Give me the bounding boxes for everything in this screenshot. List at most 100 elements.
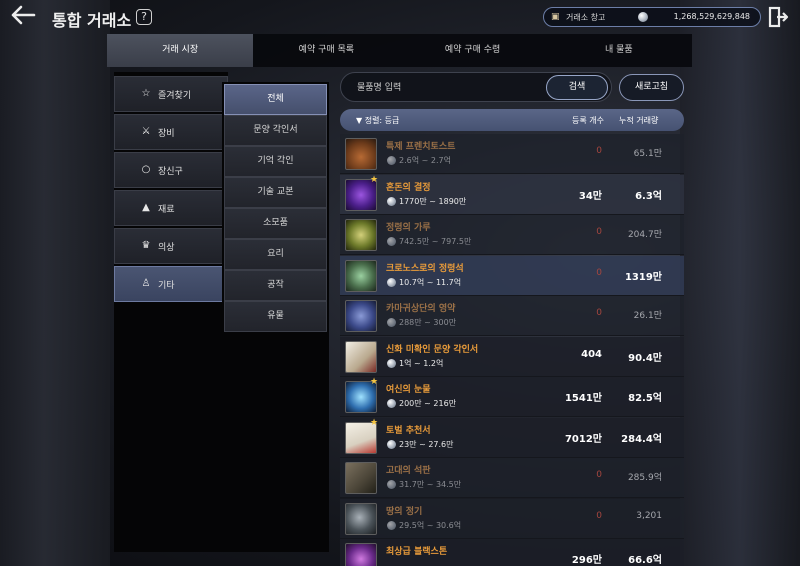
item-price-range: 200만 ~ 216만 — [399, 399, 457, 408]
potion-icon: ▲ — [142, 202, 150, 213]
list-item[interactable]: ★ 여신의 눈물 200만 ~ 216만 1541만 82.5억 — [340, 377, 684, 417]
sort-dropdown[interactable]: ▼ 정렬: 등급 — [356, 115, 399, 126]
subcategory-all[interactable]: 전체 — [224, 84, 327, 115]
item-trade-volume: 3,201 — [636, 510, 662, 521]
silver-coin-icon — [638, 12, 648, 22]
caret-down-icon: ▼ — [356, 116, 363, 125]
category-label: 기타 — [158, 281, 175, 291]
item-price-range: 29.5억 ~ 30.6억 — [399, 520, 462, 530]
item-icon — [345, 340, 377, 373]
item-price-range: 23만 ~ 27.6만 — [399, 439, 454, 449]
subcategory-skill-book[interactable]: 기술 교본 — [224, 177, 327, 208]
silver-coin-icon — [387, 358, 396, 368]
item-price-range: 2.6억 ~ 2.7억 — [399, 156, 451, 165]
silver-coin-icon — [387, 399, 396, 408]
item-listing-count: 0 — [596, 470, 602, 480]
ring-icon: ○ — [141, 164, 151, 175]
item-name: 혼돈의 결정 — [386, 182, 431, 193]
list-item[interactable]: ★ 토벌 추천서 23만 ~ 27.6만 7012만 284.4억 — [340, 417, 684, 458]
category-equipment[interactable]: ⚔ 장비 — [114, 114, 228, 150]
category-accessory[interactable]: ○ 장신구 — [114, 152, 228, 188]
item-trade-volume: 6.3억 — [635, 190, 662, 202]
item-name: 여신의 눈물 — [386, 385, 431, 395]
item-icon — [345, 300, 377, 332]
silver-coin-icon — [387, 520, 396, 530]
list-item[interactable]: 카마귀상단의 영약 288만 ~ 300만 0 26.1만 — [340, 296, 684, 336]
item-name: 특제 프렌치토스트 — [386, 142, 456, 152]
favorite-star-icon: ★ — [370, 174, 379, 185]
item-name: 크로노스로의 정령석 — [386, 263, 464, 274]
category-favorites[interactable]: ☆ 즐겨찾기 — [114, 76, 228, 112]
subcategory-cooking[interactable]: 요리 — [224, 239, 327, 270]
item-price-range: 1억 ~ 1.2억 — [399, 358, 444, 368]
category-panel: ☆ 즐겨찾기 ⚔ 장비 ○ 장신구 ▲ 재료 ♛ 의상 ♙ 기타 — [114, 72, 228, 552]
item-name: 카마귀상단의 영약 — [386, 304, 456, 314]
list-item[interactable]: 특제 프렌치토스트 2.6억 ~ 2.7억 0 65.1만 — [340, 134, 684, 174]
list-item[interactable]: ★ 혼돈의 결정 1770만 ~ 1890만 34만 6.3억 — [340, 174, 684, 215]
item-icon — [345, 259, 377, 292]
back-arrow-icon[interactable] — [10, 4, 38, 30]
list-item[interactable]: 신화 미확인 문양 각인서 1억 ~ 1.2억 404 90.4만 — [340, 336, 684, 377]
category-costume[interactable]: ♛ 의상 — [114, 228, 228, 264]
item-listing-count: 0 — [596, 146, 602, 156]
list-item[interactable]: 정령의 가루 742.5만 ~ 797.5만 0 204.7만 — [340, 215, 684, 255]
tab-market[interactable]: 거래 시장 — [107, 34, 254, 67]
list-item[interactable]: 땅의 정기 29.5억 ~ 30.6억 0 3,201 — [340, 498, 684, 539]
search-button[interactable]: 검색 — [546, 75, 608, 100]
subcategory-engraving-book[interactable]: 문양 각인서 — [224, 115, 327, 146]
wallet-amount: 1,268,529,629,848 — [673, 12, 750, 21]
category-etc[interactable]: ♙ 기타 — [114, 266, 228, 302]
item-price-range: 288만 ~ 300만 — [399, 318, 457, 327]
list-item[interactable]: 최상급 블랙스톤 296만 66.6억 — [340, 539, 684, 566]
list-item[interactable]: 고대의 석판 31.7만 ~ 34.5만 0 285.9억 — [340, 458, 684, 498]
item-trade-volume: 65.1만 — [633, 149, 662, 159]
exit-icon[interactable] — [768, 6, 790, 28]
item-listing-count: 34만 — [578, 190, 602, 202]
item-listing-count: 0 — [596, 510, 602, 521]
item-name: 최상급 블랙스톤 — [386, 547, 448, 557]
item-price-range: 742.5만 ~ 797.5만 — [399, 237, 472, 246]
tab-reserved-receive[interactable]: 예약 구매 수령 — [400, 34, 546, 67]
item-trade-volume: 90.4만 — [628, 352, 662, 364]
subcategory-relic[interactable]: 유물 — [224, 301, 327, 332]
list-item[interactable]: 크로노스로의 정령석 10.7억 ~ 11.7억 0 1319만 — [340, 255, 684, 296]
item-icon — [345, 462, 377, 494]
column-header-volume[interactable]: 누적 거래량 — [619, 115, 658, 126]
category-label: 장비 — [158, 129, 175, 139]
main-tabs: 거래 시장 예약 구매 목록 예약 구매 수령 내 물품 — [107, 34, 692, 67]
item-trade-volume: 284.4억 — [621, 433, 662, 445]
item-price-range: 1770만 ~ 1890만 — [399, 196, 467, 206]
list-header: ▼ 정렬: 등급 등록 개수 누적 거래량 — [340, 109, 684, 131]
item-price-range: 10.7억 ~ 11.7억 — [399, 277, 462, 287]
costume-icon: ♛ — [141, 240, 151, 251]
item-name: 신화 미확인 문양 각인서 — [386, 344, 479, 355]
category-label: 즐겨찾기 — [158, 91, 192, 101]
tab-my-items[interactable]: 내 물품 — [546, 34, 692, 67]
item-trade-volume: 285.9억 — [627, 473, 662, 483]
category-materials[interactable]: ▲ 재료 — [114, 190, 228, 226]
item-name: 고대의 석판 — [386, 466, 431, 476]
subcategory-crafting[interactable]: 공작 — [224, 270, 327, 301]
column-header-count[interactable]: 등록 개수 — [572, 115, 604, 126]
silver-coin-icon — [387, 318, 396, 327]
item-listing-count: 7012만 — [564, 433, 602, 445]
refresh-button[interactable]: 새로고침 — [619, 74, 684, 101]
search-input[interactable] — [357, 81, 537, 95]
item-name: 땅의 정기 — [386, 506, 423, 517]
help-icon[interactable]: ? — [136, 9, 152, 25]
item-icon — [345, 219, 377, 251]
wallet-label: 거래소 창고 — [566, 13, 606, 22]
item-listing-count: 296만 — [571, 555, 602, 566]
category-label: 의상 — [158, 243, 175, 253]
subcategory-memory-engraving[interactable]: 기억 각인 — [224, 146, 327, 177]
silver-coin-icon — [387, 480, 396, 489]
item-icon — [345, 543, 377, 566]
favorite-star-icon: ★ — [370, 417, 379, 428]
item-listing-count: 0 — [596, 308, 602, 318]
item-name: 토벌 추천서 — [386, 425, 431, 436]
background-rock-left — [0, 0, 110, 566]
tab-reserved-list[interactable]: 예약 구매 목록 — [253, 34, 399, 67]
subcategory-panel: 전체 문양 각인서 기억 각인 기술 교본 소모품 요리 공작 유물 — [222, 82, 329, 552]
subcategory-consumables[interactable]: 소모품 — [224, 208, 327, 239]
item-listing-count: 0 — [596, 227, 602, 237]
